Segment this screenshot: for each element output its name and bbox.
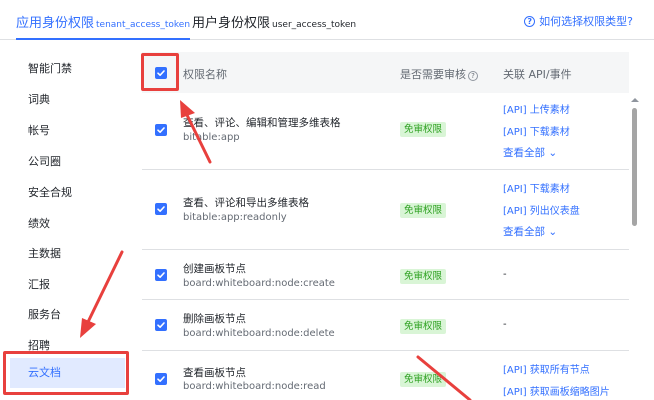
- api-link[interactable]: [API] 获取画板缩略图片: [503, 383, 610, 398]
- permission-code: bitable:app:readonly: [183, 212, 287, 223]
- scrollbar-thumb[interactable]: [632, 108, 637, 226]
- sidebar-item-dictionary[interactable]: 词典: [28, 91, 50, 107]
- sidebar-item-performance[interactable]: 绩效: [28, 215, 50, 231]
- permission-name: 查看画板节点: [183, 367, 246, 379]
- row-checkbox[interactable]: [155, 203, 167, 215]
- audit-free-badge: 免审权限: [400, 269, 447, 284]
- sidebar-item-service-desk[interactable]: 服务台: [28, 306, 61, 322]
- row-checkbox[interactable]: [155, 373, 167, 385]
- table-header: 权限名称 是否需要审核? 关联 API/事件: [142, 52, 629, 93]
- header-needs-audit-label: 是否需要审核: [400, 68, 466, 81]
- scroll-up-arrow-icon[interactable]: [630, 96, 640, 104]
- question-circle-icon[interactable]: ?: [468, 71, 478, 81]
- api-link[interactable]: [API] 获取所有节点: [503, 361, 590, 376]
- audit-free-badge: 免审权限: [400, 319, 447, 334]
- sidebar-item-master-data[interactable]: 主数据: [28, 245, 61, 261]
- header-related-api: 关联 API/事件: [503, 68, 572, 81]
- chevron-down-icon: ⌄: [548, 226, 558, 238]
- permission-table: 权限名称 是否需要审核? 关联 API/事件 查看、评论、编辑和管理多维表格 b…: [142, 52, 629, 400]
- permission-code: board:whiteboard:node:create: [183, 278, 335, 289]
- view-all-label: 查看全部: [503, 226, 545, 238]
- sidebar-item-smart-access[interactable]: 智能门禁: [28, 60, 72, 76]
- api-link[interactable]: [API] 下载素材: [503, 123, 570, 138]
- sidebar-item-company-circle[interactable]: 公司圈: [28, 153, 61, 169]
- table-row: 查看、评论和导出多维表格 bitable:app:readonly 免审权限 […: [142, 170, 629, 250]
- table-row: 查看、评论、编辑和管理多维表格 bitable:app 免审权限 [API] 上…: [142, 93, 629, 170]
- permission-code: board:whiteboard:node:read: [183, 381, 326, 392]
- permission-type-tabs: 应用身份权限 tenant_access_token 用户身份权限 user_acc…: [0, 0, 654, 40]
- question-circle-icon: ?: [524, 15, 536, 27]
- audit-free-badge: 免审权限: [400, 372, 447, 387]
- chevron-down-icon: ⌄: [548, 147, 558, 159]
- row-checkbox[interactable]: [155, 269, 167, 281]
- table-row: 创建画板节点 board:whiteboard:node:create 免审权限…: [142, 250, 629, 300]
- permission-name: 删除画板节点: [183, 313, 246, 325]
- active-tab-underline: [16, 38, 191, 40]
- header-permission-name: 权限名称: [183, 68, 227, 81]
- permission-name: 创建画板节点: [183, 263, 246, 275]
- tab-user-label: 用户身份权限: [192, 16, 271, 31]
- permission-type-help-link[interactable]: ? 如何选择权限类型?: [524, 13, 633, 29]
- audit-free-badge: 免审权限: [400, 203, 447, 218]
- api-link[interactable]: [API] 列出仪表盘: [503, 202, 580, 217]
- view-all-link[interactable]: 查看全部 ⌄: [503, 145, 557, 160]
- permission-code: bitable:app: [183, 132, 240, 143]
- permission-code: board:whiteboard:node:delete: [183, 328, 335, 339]
- row-checkbox[interactable]: [155, 124, 167, 136]
- tab-user-permissions[interactable]: 用户身份权限 user_access_token: [192, 12, 356, 31]
- no-api-dash: -: [503, 269, 507, 280]
- tab-app-permissions[interactable]: 应用身份权限 tenant_access_token: [16, 12, 191, 40]
- table-row: 删除画板节点 board:whiteboard:node:delete 免审权限…: [142, 300, 629, 351]
- api-link[interactable]: [API] 上传素材: [503, 101, 570, 116]
- sidebar-item-account[interactable]: 帐号: [28, 122, 50, 138]
- no-api-dash: -: [503, 319, 507, 330]
- view-all-label: 查看全部: [503, 147, 545, 159]
- table-row: 查看画板节点 board:whiteboard:node:read 免审权限 […: [142, 351, 629, 400]
- row-checkbox[interactable]: [155, 319, 167, 331]
- help-link-label: 如何选择权限类型?: [539, 15, 633, 28]
- permission-name: 查看、评论、编辑和管理多维表格: [183, 117, 341, 129]
- tab-user-token: user_access_token: [272, 20, 357, 30]
- permission-name: 查看、评论和导出多维表格: [183, 197, 309, 209]
- api-link[interactable]: [API] 下载素材: [503, 180, 570, 195]
- view-all-link[interactable]: 查看全部 ⌄: [503, 224, 557, 239]
- header-needs-audit: 是否需要审核?: [400, 66, 478, 82]
- sidebar-item-report[interactable]: 汇报: [28, 276, 50, 292]
- sidebar-item-security-compliance[interactable]: 安全合规: [28, 184, 72, 200]
- category-sidebar: 智能门禁 词典 帐号 公司圈 安全合规 绩效 主数据 汇报 服务台 招聘 云文档: [0, 41, 140, 400]
- annotation-highlight-box: [141, 53, 179, 91]
- annotation-highlight-box: [3, 351, 129, 395]
- tab-app-token: tenant_access_token: [96, 20, 191, 30]
- tab-app-label: 应用身份权限: [16, 16, 95, 31]
- audit-free-badge: 免审权限: [400, 122, 447, 137]
